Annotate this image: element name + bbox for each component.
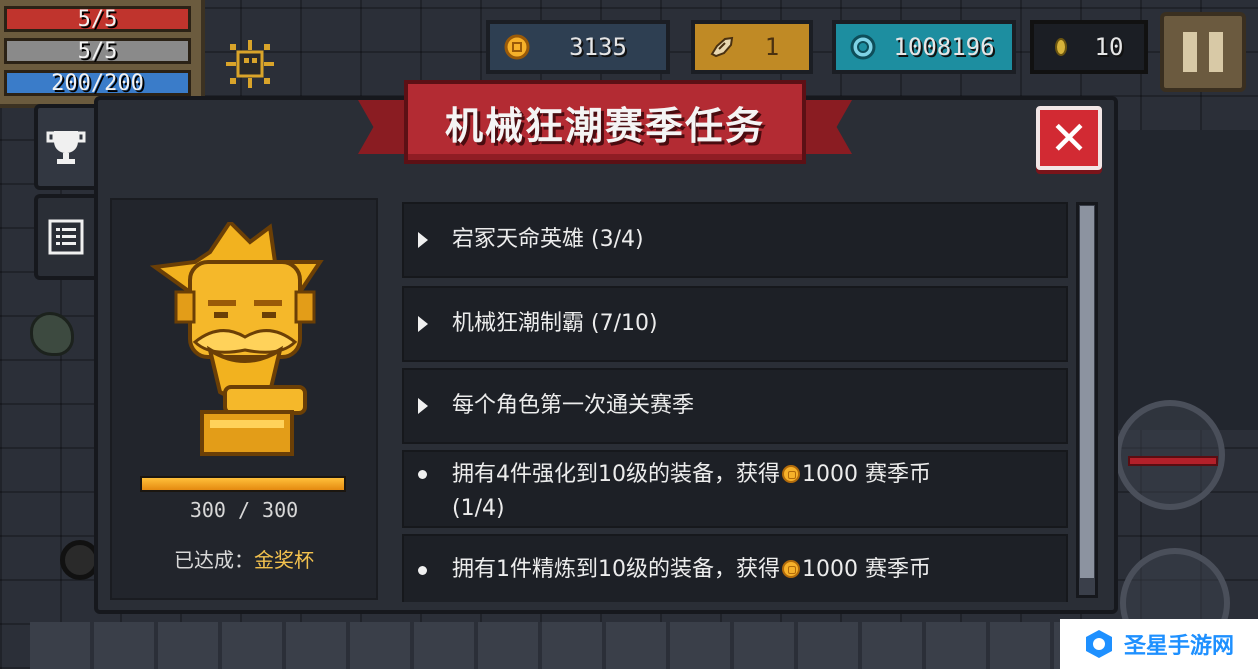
close-button[interactable]: ✕ — [1036, 106, 1102, 170]
expand-arrow-icon — [418, 316, 428, 332]
seed-icon — [1055, 38, 1067, 56]
bullet-icon — [418, 565, 427, 575]
floor-tiles — [30, 622, 1130, 669]
quest-text: 机械狂潮制霸 (7/10) — [452, 311, 658, 336]
trophy-progress-text: 300 / 300 — [189, 498, 299, 522]
season-coin-icon — [782, 465, 800, 483]
season-coin-icon — [782, 560, 800, 578]
pet-pigeon — [30, 312, 74, 356]
seeds-value: 10 — [1094, 33, 1124, 61]
energy-text: 200/200 — [51, 70, 144, 96]
player-stats-panel: 5/5 5/5 200/200 — [0, 0, 205, 108]
coin-icon — [504, 34, 530, 60]
quest-progress: (1/4) — [452, 496, 505, 521]
fish-icon — [710, 36, 734, 58]
bullet-icon — [418, 470, 427, 479]
dungeon-wall — [1100, 130, 1258, 430]
close-icon: ✕ — [1049, 111, 1089, 165]
expand-arrow-icon — [418, 398, 428, 414]
list-icon — [48, 219, 84, 255]
watermark-logo-icon — [1085, 630, 1112, 658]
tab-list[interactable] — [34, 194, 94, 280]
gems-value: 1008196 — [893, 33, 995, 61]
coins-counter: 3135 — [486, 20, 670, 74]
fish-value: 1 — [764, 33, 780, 61]
golden-bust-trophy-icon — [150, 222, 324, 456]
trophy-progress-bar — [140, 476, 346, 492]
quest-text: 拥有1件精炼到10级的装备，获得 — [452, 557, 780, 582]
achieved-label: 已达成： — [174, 548, 254, 572]
quest-item[interactable]: 每个角色第一次通关赛季 — [402, 368, 1068, 444]
coins-value: 3135 — [569, 33, 627, 61]
armor-bar: 5/5 — [4, 38, 191, 64]
trophy-progress-fill — [142, 478, 344, 490]
tab-trophy[interactable] — [34, 104, 94, 190]
quest-reward: 1000 赛季币 — [802, 462, 931, 487]
trophy-icon — [46, 131, 86, 164]
quest-text: 宕冢天命英雄 (3/4) — [452, 227, 644, 252]
expand-arrow-icon — [418, 232, 428, 248]
energy-bar: 200/200 — [4, 70, 191, 96]
achieved-status: 已达成：金奖杯 — [110, 544, 378, 573]
quest-item: 拥有4件强化到10级的装备，获得 1000 赛季币 (1/4) — [402, 450, 1068, 528]
seeds-counter: 10 — [1030, 20, 1148, 74]
pause-icon — [1183, 32, 1197, 72]
gems-counter: 1008196 — [832, 20, 1016, 74]
quest-item: 拥有1件精炼到10级的装备，获得 1000 赛季币 — [402, 534, 1068, 602]
quest-text: 每个角色第一次通关赛季 — [452, 393, 695, 418]
gem-icon — [850, 34, 876, 60]
fish-counter: 1 — [691, 20, 813, 74]
quest-scroll-thumb[interactable] — [1080, 206, 1094, 578]
quest-item[interactable]: 机械狂潮制霸 (7/10) — [402, 286, 1068, 362]
quest-text: 拥有4件强化到10级的装备，获得 — [452, 462, 780, 487]
pause-button[interactable] — [1160, 12, 1246, 92]
achieved-value: 金奖杯 — [254, 548, 314, 572]
watermark-text: 圣星手游网 — [1123, 634, 1234, 659]
quest-reward: 1000 赛季币 — [802, 557, 931, 582]
switch-weapon-button[interactable] — [1115, 400, 1225, 510]
quest-list: 宕冢天命英雄 (3/4) 机械狂潮制霸 (7/10) 每个角色第一次通关赛季 拥… — [398, 198, 1076, 602]
weapon-icon — [1128, 456, 1218, 466]
watermark: 圣星手游网 — [1060, 619, 1258, 669]
armor-text: 5/5 — [77, 38, 118, 64]
hp-bar: 5/5 — [4, 6, 191, 32]
quest-item[interactable]: 宕冢天命英雄 (3/4) — [402, 202, 1068, 278]
mech-boss-icon — [226, 40, 274, 88]
title-banner: 机械狂潮赛季任务 — [358, 76, 852, 182]
hp-text: 5/5 — [77, 6, 118, 32]
panel-title: 机械狂潮赛季任务 — [404, 80, 806, 164]
